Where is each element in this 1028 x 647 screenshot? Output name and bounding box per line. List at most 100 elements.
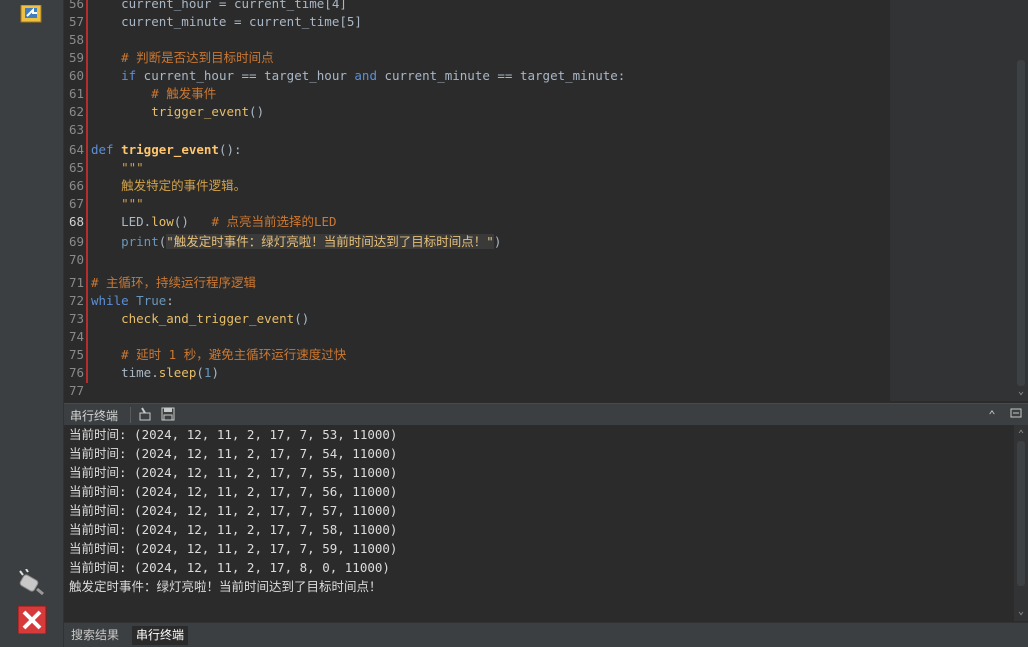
code-line[interactable]: """ xyxy=(91,195,144,213)
line-number: 65 xyxy=(68,160,84,175)
line-number: 75 xyxy=(68,347,84,362)
chevron-down-icon[interactable]: ⌄ xyxy=(1014,605,1028,619)
line-number: 71 xyxy=(68,275,84,290)
code-token: current_minute = current_time[5] xyxy=(91,14,362,29)
editor-scrollbar-thumb[interactable] xyxy=(1017,60,1025,386)
line-number: 77 xyxy=(68,383,84,398)
code-token: time. xyxy=(91,365,159,380)
chevron-up-icon[interactable]: ⌃ xyxy=(984,407,1000,423)
code-token: trigger_event xyxy=(91,104,250,119)
code-token: # 触发事件 xyxy=(91,86,217,101)
code-token: def xyxy=(91,142,114,157)
output-line: 当前时间: (2024, 12, 11, 2, 17, 7, 55, 11000… xyxy=(69,465,398,480)
code-token: ) xyxy=(493,234,502,249)
divider xyxy=(130,407,131,423)
code-token: """ xyxy=(91,160,144,175)
output-line: 当前时间: (2024, 12, 11, 2, 17, 7, 58, 11000… xyxy=(69,522,398,537)
output-line: 当前时间: (2024, 12, 11, 2, 17, 7, 57, 11000… xyxy=(69,503,398,518)
code-line[interactable]: def trigger_event(): xyxy=(91,141,242,159)
code-token: () xyxy=(249,104,265,119)
editor-margin xyxy=(890,0,1028,401)
output-line: 当前时间: (2024, 12, 11, 2, 17, 7, 59, 11000… xyxy=(69,541,398,556)
code-token: print xyxy=(91,234,159,249)
code-line[interactable]: while True: xyxy=(91,292,174,310)
line-number: 63 xyxy=(68,122,84,137)
code-token: trigger_event xyxy=(121,142,219,157)
output-line: 触发定时事件：绿灯亮啦！当前时间达到了目标时间点！ xyxy=(69,579,382,594)
line-number: 69 xyxy=(68,234,84,249)
code-line[interactable]: current_hour = current_time[4] xyxy=(91,0,347,13)
line-number: 64 xyxy=(68,142,84,157)
code-line[interactable]: # 延时 1 秒，避免主循环运行速度过快 xyxy=(91,346,346,364)
code-token: LED. xyxy=(91,214,152,229)
python-file-icon[interactable] xyxy=(16,0,48,30)
code-line[interactable]: # 判断是否达到目标时间点 xyxy=(91,49,274,67)
code-token: : xyxy=(166,293,174,308)
clear-output-icon[interactable] xyxy=(137,407,153,423)
code-area[interactable]: current_hour = current_time[4] current_m… xyxy=(91,0,891,401)
line-number: 66 xyxy=(68,178,84,193)
line-number: 76 xyxy=(68,365,84,380)
output-line: 当前时间: (2024, 12, 11, 2, 17, 7, 53, 11000… xyxy=(69,427,398,442)
line-number: 57 xyxy=(68,14,84,29)
save-icon[interactable] xyxy=(160,407,176,423)
stop-icon[interactable] xyxy=(16,605,48,635)
code-token: current_hour == target_hour xyxy=(136,68,355,83)
code-token: current_hour = current_time[4] xyxy=(91,0,347,11)
code-token: check_and_trigger_event xyxy=(91,311,295,326)
code-token: # 判断是否达到目标时间点 xyxy=(91,50,274,65)
code-editor[interactable]: 56 57 58 59 60 61 62 63 64 65 66 67 68 69 70 71 72 73 74 75… xyxy=(64,0,1028,401)
chevron-down-icon[interactable]: ⌄ xyxy=(1014,385,1028,399)
code-token: () xyxy=(294,311,310,326)
serial-panel-header: 串行终端 ⌃ xyxy=(64,403,1028,425)
code-token: if xyxy=(91,68,137,83)
bottom-tab-bar: 搜索结果 串行终端 xyxy=(64,622,1028,647)
code-token: current_minute == target_minute: xyxy=(376,68,626,83)
code-line[interactable]: """ xyxy=(91,159,144,177)
bottom-tab[interactable]: 搜索结果 xyxy=(67,626,123,645)
code-token: # 主循环，持续运行程序逻辑 xyxy=(91,275,257,290)
code-line[interactable]: if current_hour == target_hour and curre… xyxy=(91,67,625,85)
code-line[interactable]: time.sleep(1) xyxy=(91,364,219,382)
code-line[interactable]: # 触发事件 xyxy=(91,85,216,103)
chevron-up-icon[interactable]: ⌃ xyxy=(1014,428,1028,442)
code-line[interactable]: trigger_event() xyxy=(91,103,264,121)
code-token: """ xyxy=(91,196,144,211)
code-token: # 延时 1 秒，避免主循环运行速度过快 xyxy=(91,347,347,362)
code-line[interactable]: 触发特定的事件逻辑。 xyxy=(91,177,246,195)
line-number: 70 xyxy=(68,252,84,267)
code-token: (): xyxy=(218,142,242,157)
panel-title: 串行终端 xyxy=(70,409,119,423)
output-line: 当前时间: (2024, 12, 11, 2, 17, 8, 0, 11000) xyxy=(69,560,390,575)
line-number: 68 xyxy=(68,214,84,229)
bottom-tab[interactable]: 串行终端 xyxy=(132,626,189,645)
plug-icon[interactable] xyxy=(16,568,48,598)
minimize-panel-icon[interactable] xyxy=(1008,407,1024,423)
code-token: # 点亮当前选择的LED xyxy=(211,214,337,229)
output-line: 当前时间: (2024, 12, 11, 2, 17, 7, 54, 11000… xyxy=(69,446,398,461)
code-line[interactable]: # 主循环，持续运行程序逻辑 xyxy=(91,274,256,292)
code-token: True xyxy=(136,293,167,308)
line-number: 73 xyxy=(68,311,84,326)
line-number: 61 xyxy=(68,86,84,101)
code-token: while xyxy=(91,293,129,308)
line-number-gutter: 56 57 58 59 60 61 62 63 64 65 66 67 68 69 70 71 72 73 74 75… xyxy=(64,0,86,401)
code-line[interactable]: LED.low() # 点亮当前选择的LED xyxy=(91,213,337,231)
code-token: ) xyxy=(211,365,219,380)
code-line[interactable]: check_and_trigger_event() xyxy=(91,310,309,328)
left-toolbar xyxy=(0,0,64,647)
output-scrollbar-thumb[interactable] xyxy=(1017,441,1025,586)
gutter-marker-line xyxy=(86,0,88,383)
line-number: 58 xyxy=(68,32,84,47)
serial-output[interactable]: 当前时间: (2024, 12, 11, 2, 17, 7, 53, 11000… xyxy=(64,425,1014,621)
line-number: 56 xyxy=(68,0,84,11)
line-number: 74 xyxy=(68,329,84,344)
code-token: ( xyxy=(196,365,204,380)
line-number: 59 xyxy=(68,50,84,65)
code-line[interactable]: print("触发定时事件：绿灯亮啦！当前时间达到了目标时间点！") xyxy=(91,233,501,251)
code-token: and xyxy=(354,68,377,83)
code-token: "触发定时事件：绿灯亮啦！当前时间达到了目标时间点！" xyxy=(166,234,494,249)
code-token: 触发特定的事件逻辑。 xyxy=(91,178,247,193)
code-line[interactable]: current_minute = current_time[5] xyxy=(91,13,362,31)
